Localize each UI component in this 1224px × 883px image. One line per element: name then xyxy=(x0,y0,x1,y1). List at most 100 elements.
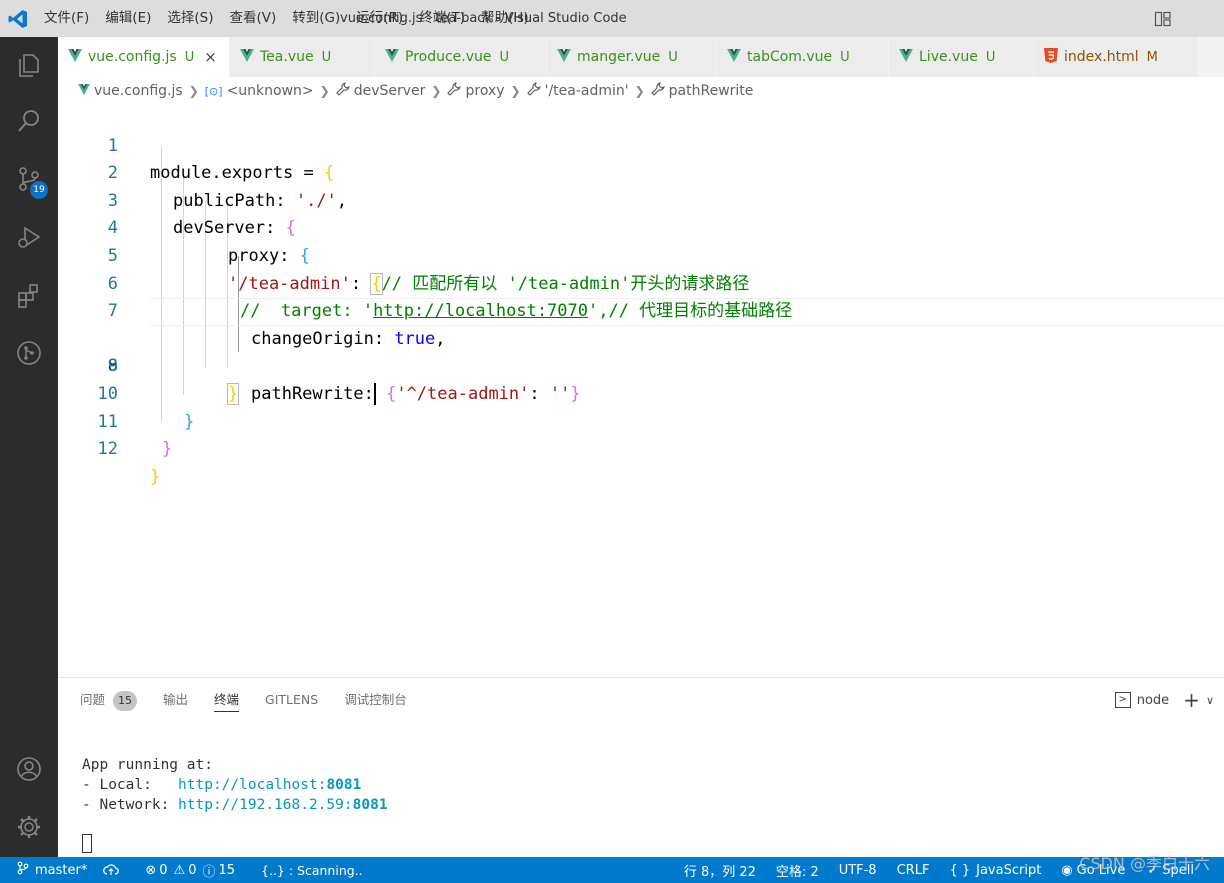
sync-icon[interactable] xyxy=(95,857,127,883)
tab-problems[interactable]: 问题 15 xyxy=(80,688,138,712)
indentation[interactable]: 空格: 2 xyxy=(768,857,831,883)
breadcrumb: vue.config.js ❯ [⊙] <unknown> ❯ devServe… xyxy=(58,77,1224,105)
go-live-label: Go Live xyxy=(1076,862,1126,878)
tab-produce-vue[interactable]: Produce.vue U xyxy=(375,37,547,77)
vue-icon xyxy=(899,48,913,66)
terminal-line: App running at: xyxy=(82,757,213,773)
panel-tabs: 问题 15 输出 终端 GITLENS 调试控制台 xyxy=(80,688,433,712)
tab-label: Tea.vue xyxy=(260,49,314,65)
breadcrumb-item[interactable]: proxy xyxy=(447,82,505,100)
braces-icon: { } xyxy=(949,862,971,878)
tab-debug-console[interactable]: 调试控制台 xyxy=(344,688,407,712)
code-line: 7 changeOrigin: true, xyxy=(58,271,1224,349)
chevron-right-icon: ❯ xyxy=(510,84,521,98)
breadcrumb-item[interactable]: '/tea-admin' xyxy=(526,82,629,100)
chevron-down-icon[interactable]: ∨ xyxy=(1206,694,1214,707)
window-title: vue.config.js - tea-back - Visual Studio… xyxy=(340,11,627,26)
tab-vue-config-js[interactable]: vue.config.js U × xyxy=(58,37,230,77)
tab-label: Live.vue xyxy=(919,49,978,65)
tab-terminal[interactable]: 终端 xyxy=(214,688,240,712)
terminal-name[interactable]: node xyxy=(1137,693,1169,708)
variable-icon: [⊙] xyxy=(204,84,223,98)
tab-output[interactable]: 输出 xyxy=(163,688,188,712)
breadcrumb-label: '/tea-admin' xyxy=(544,83,629,99)
explorer-icon[interactable] xyxy=(0,41,58,89)
line-number: 12 xyxy=(97,439,118,460)
terminal-output[interactable]: App running at: - Local: http://localhost… xyxy=(82,755,388,815)
tab-label: vue.config.js xyxy=(88,49,177,65)
terminal-line: - Network: http://192.168.2.59:8081 xyxy=(82,795,388,815)
code-line: 3 devServer: { xyxy=(58,160,1224,239)
source-control-badge: 19 xyxy=(30,181,48,199)
source-control-icon[interactable]: 19 xyxy=(0,155,58,203)
status-bar: master* ⊗ 0 ⚠ 0 ⓘ 15 {..} : Scanning.. 行 8，… xyxy=(0,857,1224,883)
wrench-icon xyxy=(650,82,665,100)
code-line: 5 '/tea-admin': {// 匹配所有以 '/tea-admin'开头… xyxy=(58,215,1224,295)
breadcrumb-label: proxy xyxy=(465,83,505,99)
local-port[interactable]: 8081 xyxy=(326,777,361,793)
network-port[interactable]: 8081 xyxy=(353,797,388,813)
tab-tea-vue[interactable]: Tea.vue U xyxy=(230,37,375,77)
add-terminal-icon[interactable]: + xyxy=(1183,688,1200,712)
vue-icon xyxy=(68,48,82,66)
breadcrumb-item[interactable]: devServer xyxy=(335,82,425,100)
title-bar: 文件(F) 编辑(E) 选择(S) 查看(V) 转到(G) 运行(R) 终端(T… xyxy=(0,0,1224,37)
customize-layout-icon[interactable] xyxy=(1154,10,1172,28)
tab-label: index.html xyxy=(1064,49,1139,65)
tab-label: manger.vue xyxy=(577,49,661,65)
encoding[interactable]: UTF-8 xyxy=(831,857,889,883)
breadcrumb-label: <unknown> xyxy=(226,83,314,99)
cursor-position[interactable]: 行 8，列 22 xyxy=(676,857,768,883)
tab-live-vue[interactable]: Live.vue U xyxy=(889,37,1034,77)
wrench-icon xyxy=(526,82,541,100)
search-icon[interactable] xyxy=(0,97,58,145)
spell-button[interactable]: ✓ Spell xyxy=(1133,857,1224,883)
code-line: 6 // target: 'http://localhost:7070',// … xyxy=(58,243,1224,322)
scanning-status[interactable]: {..} : Scanning.. xyxy=(243,857,371,883)
vue-icon xyxy=(78,83,90,99)
code-line: 1 module.exports = { xyxy=(58,105,1224,184)
tab-manger-vue[interactable]: manger.vue U xyxy=(547,37,717,77)
code-line: 10 } xyxy=(58,353,1224,432)
menu-go[interactable]: 转到(G) xyxy=(284,0,348,37)
git-graph-icon[interactable] xyxy=(0,329,58,377)
status-right: 行 8，列 22 空格: 2 UTF-8 CRLF { } JavaScript … xyxy=(676,857,1224,883)
check-icon: ✓ xyxy=(1147,862,1159,878)
settings-gear-icon[interactable] xyxy=(0,803,58,851)
error-icon: ⊗ xyxy=(145,862,157,878)
tab-status: M xyxy=(1146,49,1158,65)
terminal-cursor xyxy=(82,834,92,853)
menu-file[interactable]: 文件(F) xyxy=(36,0,97,37)
bottom-panel: 问题 15 输出 终端 GITLENS 调试控制台 > node + ∨ App … xyxy=(58,677,1224,857)
breadcrumb-item[interactable]: [⊙] <unknown> xyxy=(205,83,314,99)
menu-view[interactable]: 查看(V) xyxy=(222,0,285,37)
local-url-link[interactable]: http://localhost: xyxy=(178,777,326,793)
network-url-link[interactable]: http://192.168.2.59: xyxy=(178,797,353,813)
wrench-icon xyxy=(335,82,350,100)
end-of-line[interactable]: CRLF xyxy=(889,857,942,883)
account-icon[interactable] xyxy=(0,745,58,793)
menu-edit[interactable]: 编辑(E) xyxy=(97,0,159,37)
code-line: 12 } xyxy=(58,409,1224,487)
tab-status: U xyxy=(321,49,332,65)
chevron-right-icon: ❯ xyxy=(188,84,199,98)
breadcrumb-item[interactable]: vue.config.js xyxy=(78,83,183,99)
language-mode[interactable]: { } JavaScript xyxy=(941,857,1049,883)
menu-selection[interactable]: 选择(S) xyxy=(159,0,221,37)
broadcast-icon: ◉ xyxy=(1061,862,1073,878)
run-debug-icon[interactable] xyxy=(0,213,58,261)
problems-status[interactable]: ⊗ 0 ⚠ 0 ⓘ 15 xyxy=(127,857,243,883)
breadcrumb-item[interactable]: pathRewrite xyxy=(650,82,753,100)
close-icon[interactable]: × xyxy=(204,48,217,66)
spell-label: Spell xyxy=(1162,862,1194,878)
go-live-button[interactable]: ◉ Go Live xyxy=(1049,857,1133,883)
code-line: 9 } xyxy=(58,326,1224,405)
tab-gitlens[interactable]: GITLENS xyxy=(265,688,318,712)
tab-tabcom-vue[interactable]: tabCom.vue U xyxy=(717,37,889,77)
extensions-icon[interactable] xyxy=(0,271,58,319)
branch-status[interactable]: master* xyxy=(0,857,95,883)
code-editor[interactable]: 1 module.exports = { 2 publicPath: './',… xyxy=(58,105,1224,677)
terminal-label: - Network: xyxy=(82,797,179,813)
tab-index-html[interactable]: index.html M xyxy=(1034,37,1199,77)
wrench-icon xyxy=(447,82,462,100)
